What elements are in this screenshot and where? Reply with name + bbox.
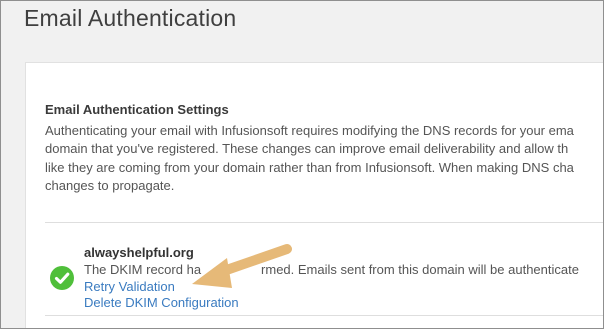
settings-description: Authenticating your email with Infusions… bbox=[45, 122, 603, 195]
description-line: Authenticating your email with Infusions… bbox=[45, 123, 574, 138]
section-divider bbox=[45, 222, 603, 223]
section-title: Email Authentication Settings bbox=[45, 102, 229, 117]
retry-validation-link[interactable]: Retry Validation bbox=[84, 279, 175, 294]
row-divider bbox=[45, 315, 603, 316]
dkim-status-text: The DKIM record ha rmed. Emails sent from… bbox=[84, 262, 579, 277]
description-line: like they are coming from your domain ra… bbox=[45, 159, 574, 175]
domain-row: alwayshelpful.org The DKIM record ha rmed… bbox=[26, 239, 603, 319]
description-line: changes to propagate. bbox=[45, 177, 175, 193]
window-frame: Email Authentication Email Authenticatio… bbox=[0, 0, 604, 329]
settings-card: Email Authentication Settings Authentica… bbox=[25, 62, 603, 328]
dkim-status-prefix: The DKIM record ha bbox=[84, 262, 202, 277]
delete-dkim-configuration-link[interactable]: Delete DKIM Configuration bbox=[84, 295, 239, 310]
dkim-status-suffix: rmed. Emails sent from this domain will … bbox=[261, 262, 579, 277]
domain-name: alwayshelpful.org bbox=[84, 245, 194, 260]
description-line: domain that you've registered. These cha… bbox=[45, 141, 569, 157]
check-circle-icon bbox=[50, 266, 74, 290]
page-title: Email Authentication bbox=[24, 5, 237, 31]
